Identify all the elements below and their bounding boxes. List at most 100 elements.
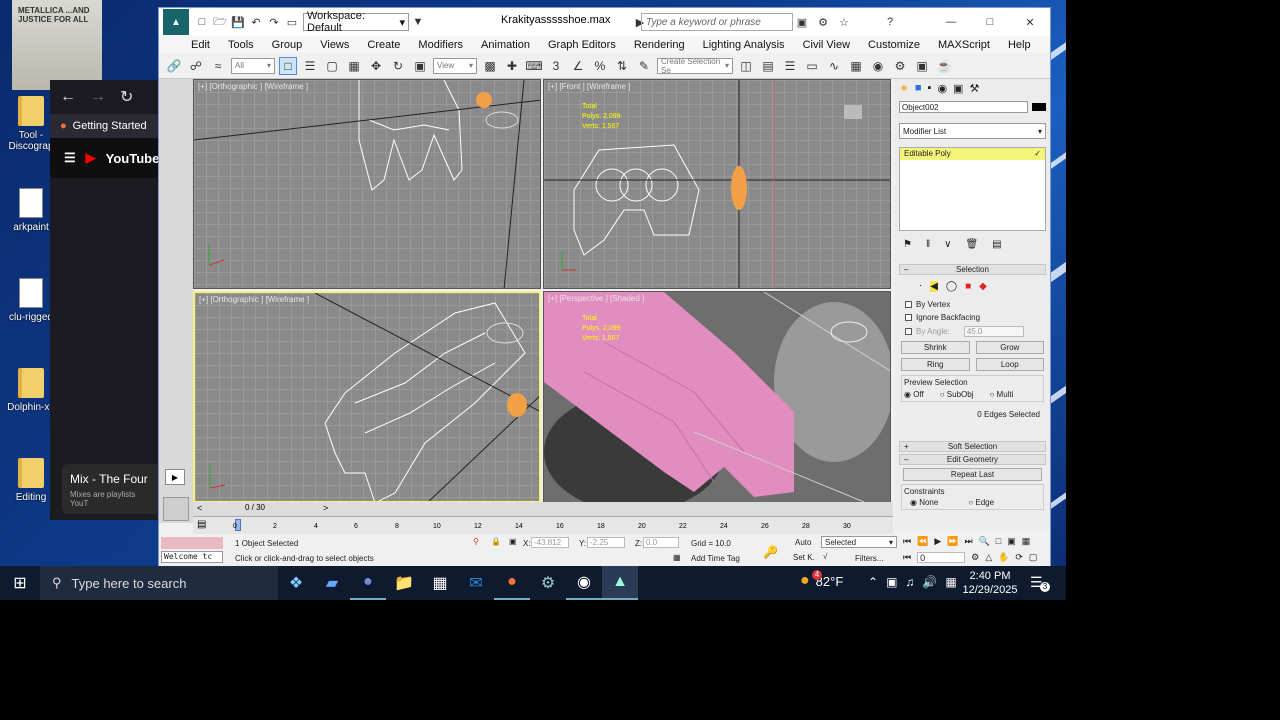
named-selection-dropdown[interactable]: Create Selection Se ▾ bbox=[657, 57, 733, 75]
menu-help[interactable]: Help bbox=[998, 39, 1039, 51]
firefox-icon[interactable]: ● bbox=[494, 566, 530, 600]
object-color-swatch[interactable] bbox=[1032, 103, 1046, 111]
loop-button[interactable]: Loop bbox=[975, 358, 1044, 371]
render-production-icon[interactable]: ☕ bbox=[935, 57, 953, 75]
schematic-view-icon[interactable]: ▦ bbox=[847, 57, 865, 75]
maxscript-listener[interactable]: Welcome tc bbox=[161, 551, 223, 563]
curve-editor-icon[interactable]: ∿ bbox=[825, 57, 843, 75]
3ds-max-icon[interactable]: ▲ bbox=[602, 566, 638, 600]
grow-button[interactable]: Grow bbox=[975, 341, 1044, 354]
key-icon[interactable]: 🔑 bbox=[763, 545, 778, 559]
link-icon[interactable]: 🔗 bbox=[165, 57, 183, 75]
constraint-none-radio[interactable]: ◉ None bbox=[910, 498, 938, 507]
object-name-field[interactable]: Object002 bbox=[899, 101, 1028, 113]
menu-customize[interactable]: Customize bbox=[858, 39, 928, 51]
menu-lighting-analysis[interactable]: Lighting Analysis bbox=[693, 39, 793, 51]
minimize-icon[interactable]: — bbox=[942, 13, 960, 31]
reload-icon[interactable]: ↻ bbox=[120, 87, 133, 107]
tray-app-icon[interactable]: ▣ bbox=[886, 575, 897, 589]
ref-coord-dropdown[interactable]: View ▾ bbox=[433, 57, 477, 74]
album-cover-icon[interactable]: METALLICA ...AND JUSTICE FOR ALL bbox=[12, 0, 102, 90]
constraint-edge-radio[interactable]: ○ Edge bbox=[968, 498, 994, 507]
unlink-icon[interactable]: ☍ bbox=[187, 57, 205, 75]
selection-filter-dropdown[interactable]: All ▾ bbox=[231, 57, 275, 74]
lock-icon[interactable]: 🔒 bbox=[491, 537, 501, 546]
configure-sets-icon[interactable]: ▤ bbox=[992, 239, 1001, 250]
set-key-button[interactable]: Set K. bbox=[793, 553, 815, 562]
redo-icon[interactable]: ↷ bbox=[265, 13, 283, 31]
percent-snap-icon[interactable]: % bbox=[591, 57, 609, 75]
angle-snap-icon[interactable]: ∠ bbox=[569, 57, 587, 75]
network-icon[interactable]: ▦ bbox=[945, 575, 956, 589]
star-icon[interactable]: ☆ bbox=[835, 13, 853, 31]
orbit-icon[interactable]: ⟳ bbox=[1015, 552, 1023, 563]
track-bar[interactable]: ▤ 0 2 4 6 8 10 12 14 16 18 20 22 24 26 2… bbox=[193, 516, 893, 534]
polygon-level-icon[interactable]: ■ bbox=[965, 281, 971, 292]
create-tab-icon[interactable]: ☀ bbox=[899, 82, 909, 95]
menu-maxscript[interactable]: MAXScript bbox=[928, 39, 998, 51]
modifier-list-dropdown[interactable]: Modifier List ▾ bbox=[899, 123, 1046, 139]
browser-window[interactable]: ← → ↻ ● Getting Started ☰ ▶ YouTube Mix … bbox=[50, 80, 162, 520]
utilities-tab-icon[interactable]: ⚒ bbox=[969, 82, 979, 95]
pivot-center-icon[interactable]: ▩ bbox=[481, 57, 499, 75]
viewport-label[interactable]: [+] [Front ] [Wireframe ] bbox=[548, 82, 630, 91]
border-level-icon[interactable]: ◯ bbox=[946, 281, 957, 292]
mirror-icon[interactable]: ◫ bbox=[737, 57, 755, 75]
zoom-extents-icon[interactable]: ▣ bbox=[1007, 536, 1016, 547]
menu-icon[interactable]: ☰ bbox=[64, 150, 76, 166]
menu-modifiers[interactable]: Modifiers bbox=[408, 39, 471, 51]
motion-tab-icon[interactable]: ◉ bbox=[937, 82, 947, 95]
zoom-icon[interactable]: 🔍 bbox=[979, 536, 990, 547]
make-unique-icon[interactable]: ∨ bbox=[944, 239, 951, 250]
ignore-backfacing-checkbox[interactable]: Ignore Backfacing bbox=[905, 313, 1040, 322]
snaps-toggle-icon[interactable]: 3 bbox=[547, 57, 565, 75]
x-field[interactable]: -43.812 bbox=[531, 537, 569, 548]
chevron-up-icon[interactable]: ⌃ bbox=[868, 575, 878, 589]
edit-named-selection-icon[interactable]: ✎ bbox=[635, 57, 653, 75]
ring-button[interactable]: Ring bbox=[901, 358, 970, 371]
mix-card[interactable]: Mix - The Four Mixes are playlists YouT bbox=[62, 464, 162, 514]
layer-manager-icon[interactable]: ☰ bbox=[781, 57, 799, 75]
display-tab-icon[interactable]: ▣ bbox=[953, 82, 963, 95]
toggle-ribbon-icon[interactable]: ▭ bbox=[803, 57, 821, 75]
steam-icon[interactable]: ⚙ bbox=[530, 566, 566, 600]
soft-selection-rollout-header[interactable]: + Soft Selection bbox=[899, 441, 1046, 452]
obs-icon[interactable]: ◉ bbox=[566, 566, 602, 600]
render-setup-icon[interactable]: ⚙ bbox=[891, 57, 909, 75]
viewport-top-left[interactable]: [+] [Orthographic ] [Wireframe ] bbox=[193, 79, 541, 289]
modify-tab-icon[interactable]: ■ bbox=[915, 82, 922, 94]
vertex-level-icon[interactable]: ⋅ bbox=[919, 281, 922, 292]
next-frame-icon[interactable]: > bbox=[323, 503, 328, 513]
pan-icon[interactable]: ✋ bbox=[998, 552, 1009, 563]
project-icon[interactable]: ▭ bbox=[283, 13, 301, 31]
add-time-tag[interactable]: Add Time Tag bbox=[691, 554, 740, 563]
youtube-logo-icon[interactable]: ▶ bbox=[86, 150, 96, 166]
preview-off-radio[interactable]: ◉ Off bbox=[904, 390, 924, 399]
save-icon[interactable]: 💾 bbox=[229, 13, 247, 31]
menu-group[interactable]: Group bbox=[262, 39, 311, 51]
open-file-icon[interactable]: 🗁 bbox=[211, 13, 229, 31]
viewport-layout-icon[interactable] bbox=[163, 497, 189, 521]
rotate-icon[interactable]: ↻ bbox=[389, 57, 407, 75]
close-icon[interactable]: ✕ bbox=[1021, 13, 1039, 31]
bind-space-warp-icon[interactable]: ≈ bbox=[209, 57, 227, 75]
search-input[interactable]: Type a keyword or phrase bbox=[641, 13, 793, 31]
goto-end-icon[interactable]: ⏭ bbox=[964, 536, 972, 547]
by-angle-checkbox[interactable]: By Angle: 45.0 bbox=[905, 326, 1040, 337]
taskbar-search[interactable]: ⚲ Type here to search bbox=[40, 566, 278, 600]
manipulate-icon[interactable]: ✚ bbox=[503, 57, 521, 75]
hierarchy-tab-icon[interactable]: ▪ bbox=[928, 82, 932, 94]
by-vertex-checkbox[interactable]: By Vertex bbox=[905, 300, 1040, 309]
auto-key-button[interactable]: Auto bbox=[795, 538, 811, 547]
filters-button[interactable]: Filters... bbox=[855, 554, 883, 563]
rect-selection-icon[interactable]: ▢ bbox=[323, 57, 341, 75]
menu-rendering[interactable]: Rendering bbox=[624, 39, 693, 51]
play-animation-icon[interactable]: ▶ bbox=[934, 536, 941, 547]
viewport-bottom-right[interactable]: [+] [Perspective ] [Shaded ] Total Polys… bbox=[543, 291, 891, 503]
scale-icon[interactable]: ▣ bbox=[411, 57, 429, 75]
store-icon[interactable]: ▦ bbox=[422, 566, 458, 600]
start-icon[interactable]: ⊞ bbox=[0, 566, 40, 600]
preview-multi-radio[interactable]: ○ Multi bbox=[989, 390, 1013, 399]
viewport-label[interactable]: [+] [Orthographic ] [Wireframe ] bbox=[198, 82, 308, 91]
tools-icon[interactable]: ⚙ bbox=[814, 13, 832, 31]
